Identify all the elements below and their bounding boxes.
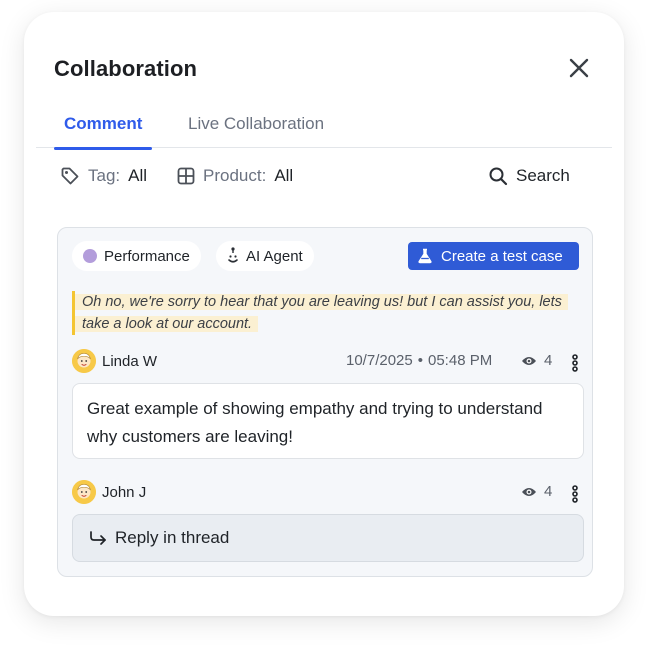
search-icon (489, 167, 508, 186)
reply-views[interactable]: 4 (521, 483, 552, 500)
comment-date: 10/7/2025 (346, 352, 413, 369)
beaker-icon (418, 248, 432, 264)
product-filter-value: All (274, 166, 294, 185)
close-icon[interactable] (566, 55, 592, 81)
chip-ai-agent[interactable]: AI Agent (216, 241, 314, 271)
quoted-message: Oh no, we're sorry to hear that you are … (72, 291, 584, 335)
more-options-icon[interactable] (572, 485, 578, 503)
tab-comment[interactable]: Comment (54, 114, 153, 150)
tab-bar: Comment Live Collaboration (36, 112, 612, 150)
chip-ai-agent-label: AI Agent (246, 247, 303, 265)
reply-arrow-icon (90, 531, 106, 545)
filter-bar: Tag: All Product: All Search (60, 166, 590, 190)
panel-title: Collaboration (54, 56, 198, 81)
reply-author[interactable]: John J (72, 480, 146, 504)
tag-icon (61, 167, 79, 185)
reply-placeholder: Reply in thread (115, 528, 230, 547)
comment-time: 05:48 PM (428, 352, 493, 369)
quoted-message-text: Oh no, we're sorry to hear that you are … (75, 294, 568, 332)
separator-dot: • (417, 352, 423, 369)
grid-icon (177, 167, 195, 185)
product-filter-label: Product: (203, 166, 267, 185)
search-button[interactable]: Search (488, 166, 570, 186)
eye-icon (522, 356, 536, 365)
comment-author-name: Linda W (102, 352, 158, 370)
collaboration-panel: Collaboration Comment Live Collaboration… (24, 12, 624, 616)
avatar (72, 349, 96, 373)
tab-live-collaboration[interactable]: Live Collaboration (178, 114, 334, 148)
more-options-icon[interactable] (572, 354, 578, 372)
reply-in-thread-input[interactable]: Reply in thread (72, 514, 584, 562)
comment-card: Performance AI Agent Create a test case … (57, 227, 593, 577)
eye-icon (522, 487, 536, 496)
reply-author-name: John J (102, 483, 147, 501)
chip-performance[interactable]: Performance (72, 241, 201, 271)
tag-filter-label: Tag: (88, 166, 121, 185)
comment-author[interactable]: Linda W (72, 349, 157, 373)
comment-views[interactable]: 4 (521, 352, 552, 369)
performance-dot-icon (83, 249, 97, 263)
chip-performance-label: Performance (104, 247, 190, 265)
search-label: Search (516, 166, 570, 185)
reply-views-count: 4 (544, 483, 553, 500)
tag-filter[interactable]: Tag: All (60, 166, 147, 186)
create-test-case-button[interactable]: Create a test case (408, 242, 579, 270)
robot-icon (228, 247, 238, 263)
comment-timestamp: 10/7/2025 • 05:48 PM (346, 352, 492, 369)
create-test-case-label: Create a test case (441, 247, 563, 265)
avatar (72, 480, 96, 504)
product-filter[interactable]: Product: All (177, 166, 293, 186)
comment-views-count: 4 (544, 352, 553, 369)
comment-body: Great example of showing empathy and try… (72, 383, 584, 459)
tag-filter-value: All (128, 166, 148, 185)
